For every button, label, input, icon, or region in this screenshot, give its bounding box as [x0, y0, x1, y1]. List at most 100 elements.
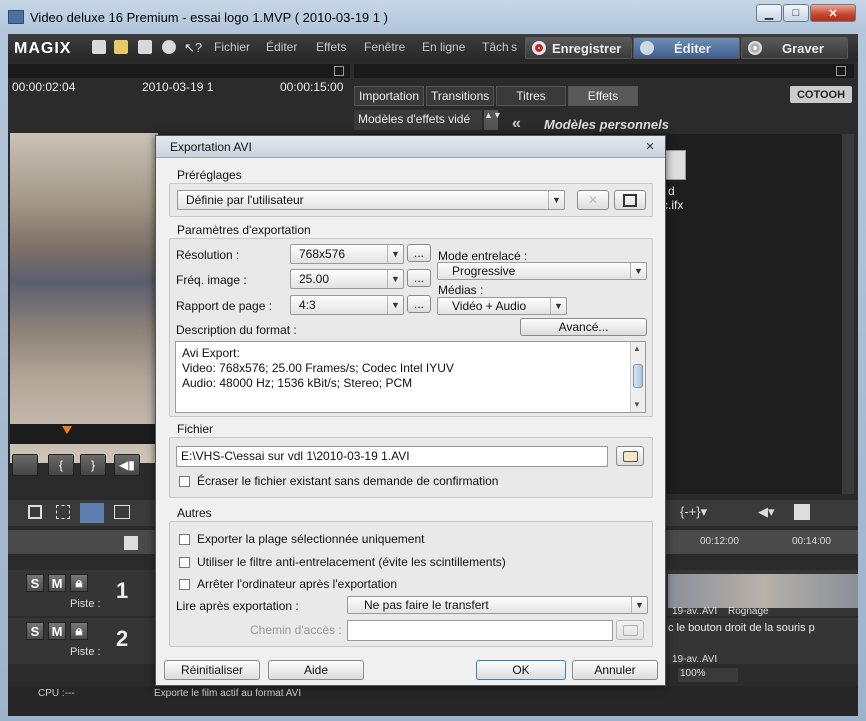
tab-effets[interactable]: Effets [568, 86, 638, 106]
file-path-input[interactable]: E:\VHS-C\essai sur vdl 1\2010-03-19 1.AV… [176, 446, 608, 467]
solo-button-2[interactable]: S [26, 622, 44, 640]
media-pool-maximize-icon[interactable] [836, 66, 846, 76]
gear-icon[interactable] [162, 40, 176, 54]
edit-mode-button[interactable]: Éditer [633, 37, 740, 59]
format-description: Avi Export: Video: 768x576; 25.00 Frames… [175, 341, 646, 413]
interlace-value: Progressive [452, 264, 516, 278]
burn-mode-button[interactable]: Graver [741, 37, 848, 59]
file-label: Fichier [177, 422, 214, 436]
export-avi-dialog: Exportation AVI × Préréglages Définie pa… [155, 135, 666, 686]
ratio-select[interactable]: 4:3 ▼ [290, 295, 404, 315]
mark-in-button[interactable]: { [48, 454, 74, 476]
others-label: Autres [177, 506, 212, 520]
effects-scroll-icon[interactable]: ▲▼ [484, 110, 502, 130]
status-hint: Exporte le film actif au format AVI [154, 688, 302, 699]
snap-icon[interactable]: {-+}▾ [680, 504, 707, 520]
shutdown-checkbox[interactable] [179, 579, 190, 590]
video-clip-1[interactable] [668, 574, 858, 608]
framerate-select[interactable]: 25.00 ▼ [290, 269, 404, 289]
view-storyboard-icon[interactable] [114, 505, 130, 519]
framerate-more-button[interactable]: ... [407, 269, 431, 287]
resolution-more-button[interactable]: ... [407, 244, 431, 262]
tab-transitions[interactable]: Transitions [426, 86, 494, 106]
mute-button-2[interactable]: M [48, 622, 66, 640]
view-single-icon[interactable] [28, 505, 42, 519]
menu-taches[interactable]: Tâch s [482, 40, 517, 54]
media-select[interactable]: Vidéo + Audio ▼ [437, 297, 567, 315]
format-desc-scrollbar[interactable]: ▲ ▼ [630, 342, 645, 412]
export-range-label: Exporter la plage sélectionnée uniquemen… [197, 532, 425, 546]
help-button[interactable]: Aide [268, 660, 364, 680]
tab-titres[interactable]: Titres [496, 86, 566, 106]
view-grid-icon[interactable] [56, 505, 70, 519]
menu-editer[interactable]: Éditer [266, 40, 297, 54]
save-icon[interactable] [138, 40, 152, 54]
preview-scrubber[interactable] [10, 424, 158, 444]
playhead-icon[interactable] [62, 426, 72, 434]
file-name-partial-1[interactable]: d [668, 184, 675, 198]
record-mode-button[interactable]: Enregistrer [525, 37, 632, 59]
app-icon [8, 10, 24, 24]
scroll-up-icon[interactable]: ▲ [633, 344, 641, 353]
mute-button-1[interactable]: M [48, 574, 66, 592]
stop-button[interactable] [12, 454, 38, 476]
tab-importation[interactable]: Importation [354, 86, 424, 106]
overwrite-checkbox[interactable] [179, 476, 190, 487]
preset-select[interactable]: Définie par l'utilisateur ▼ [177, 190, 565, 210]
mute-icon[interactable]: ◀▾ [758, 504, 775, 520]
scroll-down-icon[interactable]: ▼ [633, 400, 641, 409]
save-preset-button[interactable] [614, 190, 646, 210]
mark-out-button[interactable]: } [80, 454, 106, 476]
scroll-thumb[interactable] [633, 364, 643, 388]
cotooh-logo[interactable]: COTOOH [790, 86, 852, 103]
custom-templates-title: Modèles personnels [544, 117, 669, 132]
new-file-icon[interactable] [92, 40, 106, 54]
burn-label: Graver [782, 40, 824, 56]
edit-label: Éditer [674, 40, 711, 56]
export-range-checkbox[interactable] [179, 534, 190, 545]
ratio-more-button[interactable]: ... [407, 295, 431, 313]
menu-fenetre[interactable]: Fenêtre [364, 40, 405, 54]
menu-fichier[interactable]: Fichier [214, 40, 250, 54]
cancel-button[interactable]: Annuler [572, 660, 658, 680]
interlace-select[interactable]: Progressive ▼ [437, 262, 647, 280]
maximize-button[interactable]: □ [783, 4, 809, 22]
lock-icon[interactable] [124, 536, 138, 550]
framerate-value: 25.00 [299, 272, 330, 286]
close-button[interactable]: ✕ [810, 4, 856, 22]
preview-maximize-icon[interactable] [334, 66, 344, 76]
resolution-select[interactable]: 768x576 ▼ [290, 244, 404, 264]
ruler-mark-2: 00:14:00 [792, 536, 831, 547]
play-after-select[interactable]: Ne pas faire le transfert ▼ [347, 596, 648, 614]
prev-marker-button[interactable]: ◀▮ [114, 454, 140, 476]
zoom-level[interactable]: 100% [678, 668, 738, 682]
mixer-icon[interactable] [794, 504, 810, 520]
clip-name-1: 19-av..AVI [672, 606, 718, 617]
lock-button-1[interactable]: 🔒︎ [70, 574, 88, 592]
open-folder-icon[interactable] [114, 40, 128, 54]
deinterlace-checkbox[interactable] [179, 557, 190, 568]
minimize-button[interactable]: ▁ [756, 4, 782, 22]
clip-trim-label: Rognage [728, 606, 769, 617]
path-input[interactable] [347, 620, 613, 641]
reset-button[interactable]: Réinitialiser [164, 660, 260, 680]
solo-button-1[interactable]: S [26, 574, 44, 592]
file-group: E:\VHS-C\essai sur vdl 1\2010-03-19 1.AV… [169, 437, 653, 498]
advanced-button[interactable]: Avancé... [520, 318, 647, 336]
effects-category-dropdown[interactable]: Modèles d'effets vidé [354, 110, 482, 130]
timecode-total: 00:00:15:00 [280, 80, 344, 94]
delete-preset-button[interactable]: ✕ [577, 190, 609, 210]
help-pointer-icon[interactable]: ↖? [184, 40, 202, 55]
menu-effets[interactable]: Effets [316, 40, 346, 54]
file-thumbnail[interactable] [664, 150, 686, 180]
ok-button[interactable]: OK [476, 660, 566, 680]
back-arrow-icon[interactable]: « [512, 115, 521, 133]
browse-path-button[interactable] [616, 620, 644, 640]
dialog-close-icon[interactable]: × [642, 139, 658, 155]
track-number-1: 1 [116, 578, 129, 603]
view-timeline-icon[interactable] [80, 503, 104, 523]
menu-en-ligne[interactable]: En ligne [422, 40, 465, 54]
effects-scrollbar[interactable] [842, 134, 854, 494]
browse-file-button[interactable] [616, 446, 644, 466]
lock-button-2[interactable]: 🔒︎ [70, 622, 88, 640]
